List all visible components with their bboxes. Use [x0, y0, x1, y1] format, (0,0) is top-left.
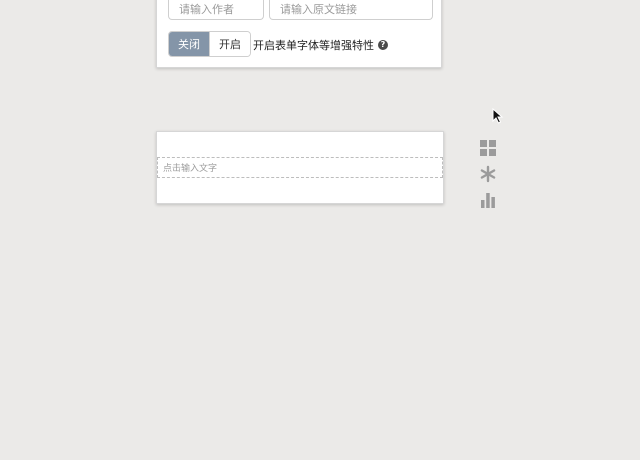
- block-toolbar: [479, 139, 497, 217]
- source-link-input[interactable]: [270, 0, 432, 19]
- author-field-wrapper: [168, 0, 264, 20]
- grid-icon[interactable]: [479, 139, 497, 157]
- toggle-on-button[interactable]: 开启: [209, 32, 250, 56]
- toggle-off-button[interactable]: 关闭: [169, 32, 209, 56]
- text-input-area[interactable]: 点击输入文字: [157, 157, 443, 178]
- font-enhance-description: 开启表单字体等增强特性: [253, 39, 374, 52]
- bar-chart-icon[interactable]: [479, 191, 497, 209]
- mouse-cursor-icon: [492, 108, 504, 124]
- text-block-card: 点击输入文字: [156, 131, 444, 204]
- font-enhance-toggle: 关闭 开启: [168, 31, 251, 57]
- article-settings-card: 关闭 开启 开启表单字体等增强特性 ?: [156, 0, 442, 68]
- author-input[interactable]: [169, 0, 263, 19]
- question-circle-icon[interactable]: ?: [378, 40, 388, 50]
- source-link-field-wrapper: [269, 0, 433, 20]
- font-enhance-label: 开启表单字体等增强特性 ?: [253, 37, 388, 53]
- snowflake-icon[interactable]: [479, 165, 497, 183]
